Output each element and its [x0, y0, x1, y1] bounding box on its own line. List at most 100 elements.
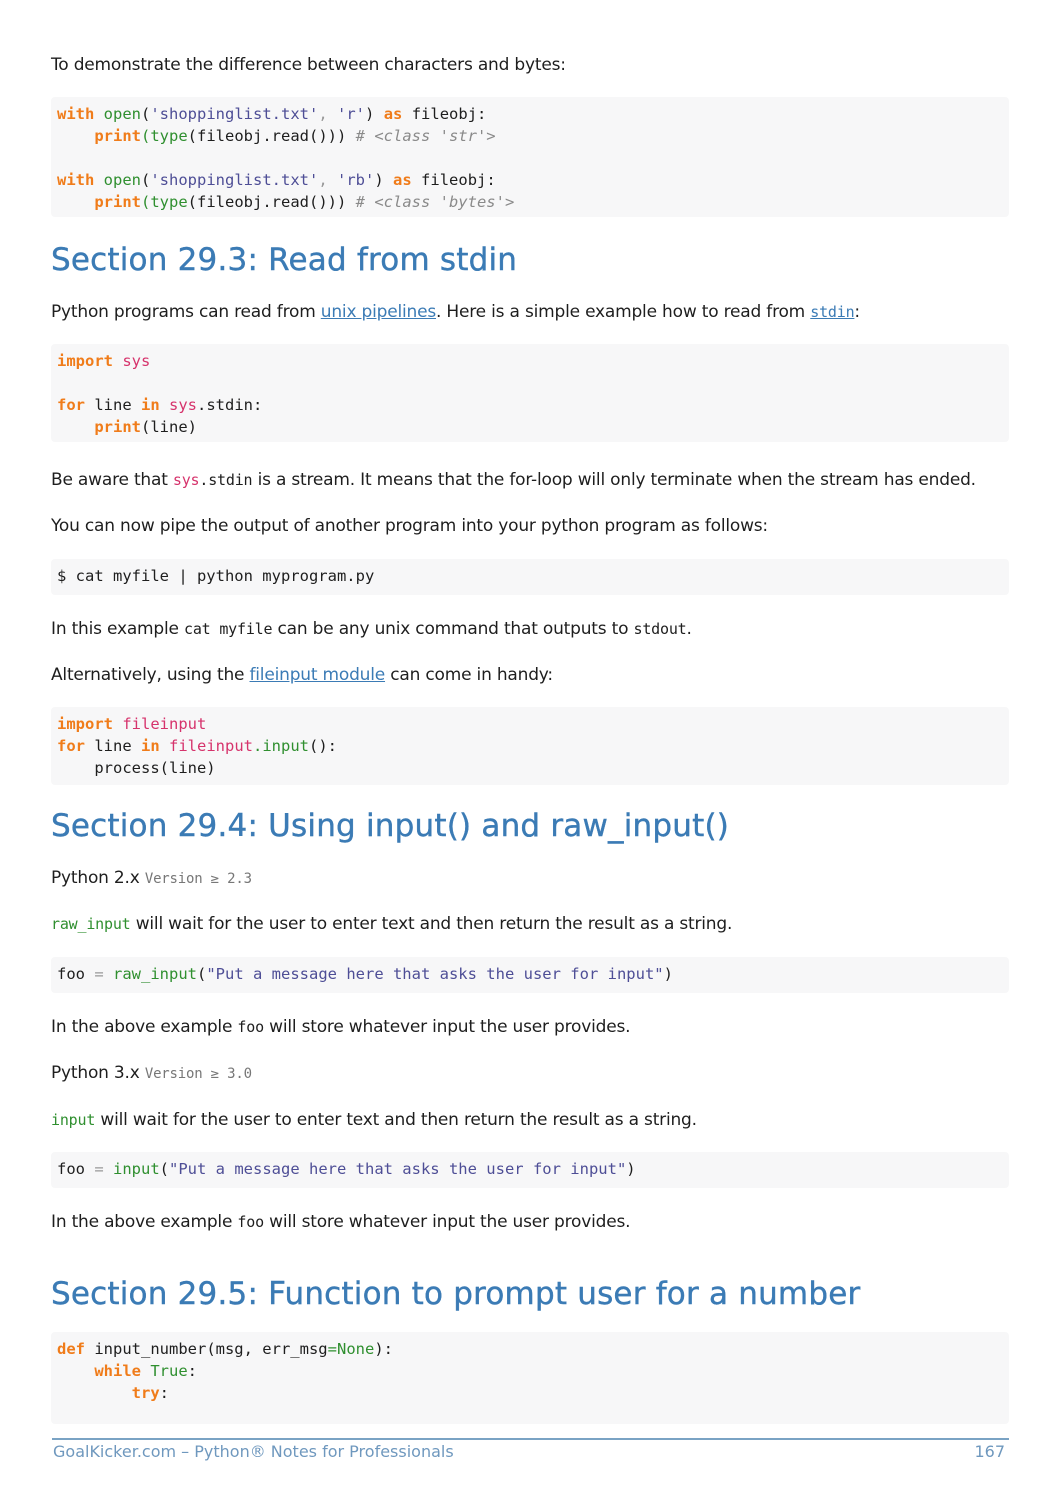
paragraph: In the above example foo will store what… [51, 1015, 631, 1039]
text: . Here is a simple example how to read f… [436, 302, 811, 322]
shell-command: $ cat myfile | python myprogram.py [57, 567, 375, 585]
version-badge: Version ≥ 3.0 [144, 1066, 252, 1082]
code-token: for [57, 396, 85, 414]
code-token: while [94, 1362, 141, 1380]
code-token: try [131, 1384, 160, 1402]
code-token: as [383, 105, 403, 123]
code-token: import [57, 352, 113, 370]
intro-paragraph: To demonstrate the difference between ch… [51, 55, 566, 75]
code-token: in [141, 396, 160, 414]
paragraph: In this example cat myfile can be any un… [51, 617, 692, 641]
text: will wait for the user to enter text and… [130, 914, 733, 934]
code-token: print [94, 193, 141, 211]
section-heading-29-5: Section 29.5: Function to prompt user fo… [51, 1276, 861, 1312]
text: will store whatever input the user provi… [263, 1212, 631, 1232]
inline-code: cat myfile [184, 620, 273, 638]
code-token: ): [374, 1340, 393, 1358]
text: In the above example [51, 1017, 238, 1037]
text: Python programs can read from [51, 302, 321, 322]
text: Alternatively, using the [51, 665, 250, 685]
code-block-bytes: with open('shoppinglist.txt', 'r') as fi… [51, 97, 1009, 217]
code-token: (type [141, 193, 188, 211]
paragraph: Python programs can read from unix pipel… [51, 300, 860, 324]
code-token: fileobj: [421, 171, 496, 189]
stdin-link[interactable]: stdin [810, 303, 854, 321]
code-token: open [103, 171, 141, 189]
inline-code: foo [237, 1213, 264, 1231]
code-token: fileinput [122, 715, 207, 733]
code-token: 'r' [337, 105, 366, 123]
paragraph: You can now pipe the output of another p… [51, 516, 768, 536]
code-token: = [85, 1160, 113, 1178]
code-token: sys [122, 352, 151, 370]
inline-code: .stdin [199, 471, 253, 489]
code-token: fileobj: [411, 105, 487, 123]
code-block-fileinput: import fileinput for line in fileinput.i… [51, 707, 1009, 785]
fileinput-module-link[interactable]: fileinput module [250, 665, 386, 685]
code-token: input_number(msg, err_msg [85, 1340, 328, 1358]
footer-title: GoalKicker.com – Python® Notes for Profe… [53, 1442, 454, 1461]
code-token: 'shoppinglist.txt' [150, 171, 319, 189]
code-token: = [85, 965, 113, 983]
text: will store whatever input the user provi… [263, 1017, 631, 1037]
code-token: 'shoppinglist.txt' [150, 105, 319, 123]
code-token: ) [626, 1160, 636, 1178]
version-note: Python 2.x Version ≥ 2.3 [51, 866, 252, 891]
inline-code: input [51, 1111, 96, 1129]
paragraph: In the above example foo will store what… [51, 1210, 631, 1234]
code-token: as [393, 171, 412, 189]
code-block-input-number: def input_number(msg, err_msg=None): whi… [51, 1332, 1009, 1424]
code-token: foo [57, 965, 85, 983]
text: . [686, 619, 692, 639]
text: Be aware that [51, 470, 173, 490]
python-version-label: Python 2.x [51, 868, 140, 888]
code-token: import [57, 715, 113, 733]
code-token: open [103, 105, 141, 123]
text: : [854, 302, 860, 322]
inline-code: foo [237, 1018, 264, 1036]
code-token: raw_input [113, 965, 197, 983]
code-token: = [327, 1340, 337, 1358]
code-token: foo [57, 1160, 85, 1178]
text: can be any unix command that outputs to [272, 619, 634, 639]
code-token: ( [197, 965, 207, 983]
code-token: in [141, 737, 160, 755]
page-number: 167 [974, 1442, 1005, 1461]
code-block-raw-input: foo = raw_input("Put a message here that… [51, 957, 1009, 993]
text: In the above example [51, 1212, 238, 1232]
text: will wait for the user to enter text and… [95, 1110, 697, 1130]
code-token: : [187, 1362, 198, 1380]
paragraph: Be aware that sys.stdin is a stream. It … [51, 468, 976, 492]
code-token: True [141, 1362, 188, 1380]
code-token: (type [141, 127, 188, 145]
paragraph: raw_input will wait for the user to ente… [51, 912, 732, 936]
code-block-shell: $ cat myfile | python myprogram.py [51, 559, 1009, 595]
version-badge: Version ≥ 2.3 [144, 871, 252, 887]
code-token: (): [309, 737, 338, 755]
code-block-stdin: import sys for line in sys.stdin: print(… [51, 344, 1009, 442]
code-token: print [94, 418, 141, 436]
inline-code: stdout [633, 620, 687, 638]
code-token: : [159, 1384, 169, 1402]
code-token: ( [159, 1160, 170, 1178]
code-token: 'rb' [337, 171, 375, 189]
paragraph: input will wait for the user to enter te… [51, 1108, 697, 1132]
code-token: print [94, 127, 141, 145]
inline-code: sys [172, 471, 200, 489]
code-block-input: foo = input("Put a message here that ask… [51, 1152, 1009, 1188]
paragraph: Alternatively, using the fileinput modul… [51, 663, 553, 687]
code-token: .input [253, 737, 310, 755]
code-token: sys [169, 396, 198, 414]
code-token: None [336, 1340, 375, 1358]
code-token: process(line) [57, 759, 216, 777]
footer-divider [52, 1438, 1009, 1440]
code-token: "Put a message here that asks the user f… [169, 1160, 627, 1178]
code-token: fileinput [169, 737, 254, 755]
section-heading-29-3: Section 29.3: Read from stdin [51, 242, 518, 278]
text: is a stream. It means that the for-loop … [252, 470, 977, 490]
code-token: line [85, 396, 141, 414]
unix-pipelines-link[interactable]: unix pipelines [321, 302, 436, 322]
code-token: def [57, 1340, 85, 1358]
